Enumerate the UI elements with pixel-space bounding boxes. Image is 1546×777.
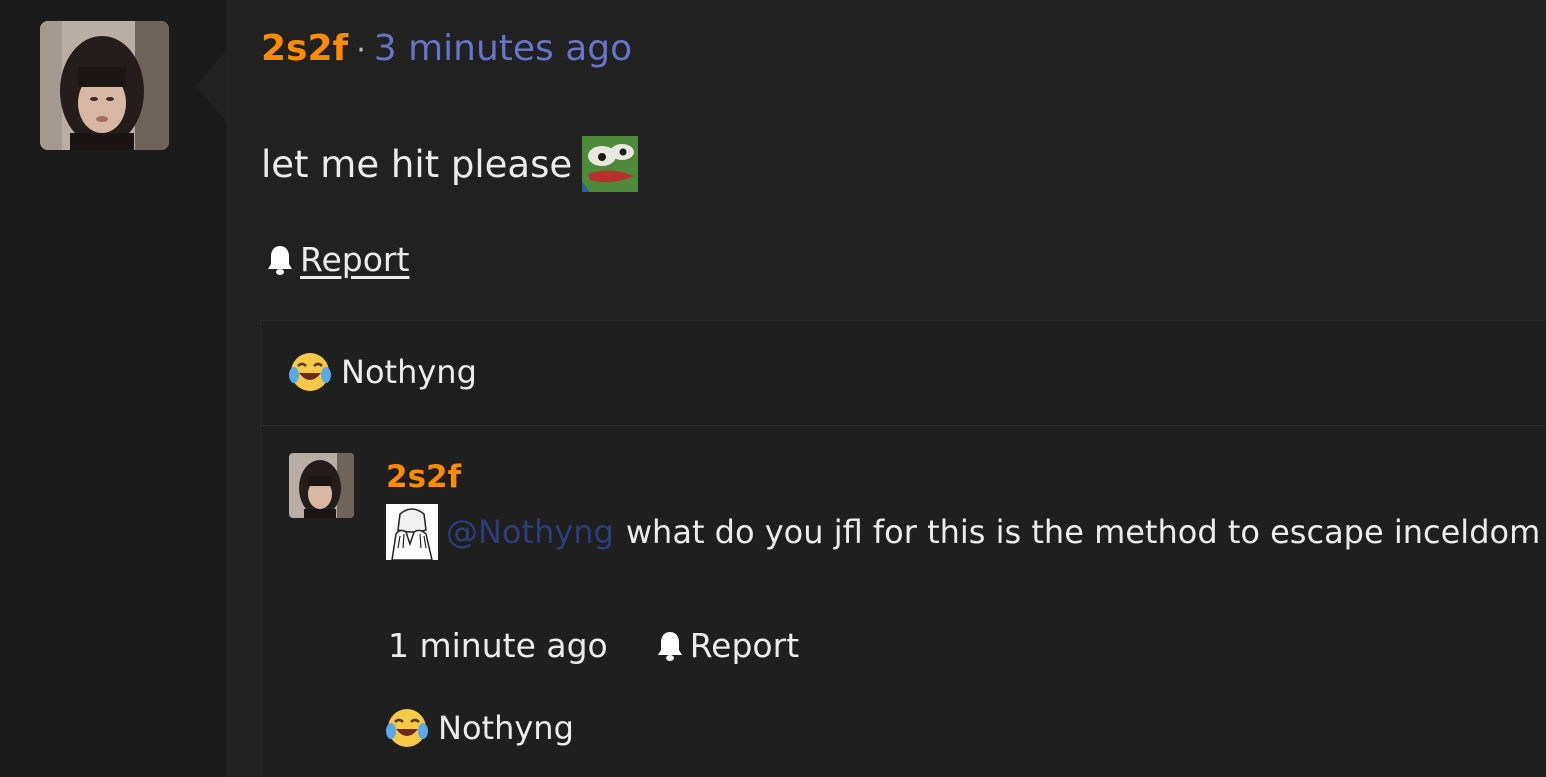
comment-meta: 1 minute ago Report [388, 626, 799, 665]
message-user-column [0, 0, 228, 777]
report-button[interactable]: Report [266, 240, 409, 279]
comment-report-button[interactable]: Report [656, 626, 799, 665]
message-thread: 2s2f · 3 minutes ago let me hit please R… [0, 0, 1546, 777]
comment-reaction-item[interactable]: Nothyng [386, 707, 574, 749]
reactions-and-comments: Nothyng 2s2f @Nothyng what do you jfl fo… [260, 320, 1546, 777]
mention-link[interactable]: @Nothyng [446, 513, 614, 551]
message-content: 2s2f · 3 minutes ago let me hit please R… [227, 0, 1546, 777]
comment-username-link[interactable]: 2s2f [386, 459, 461, 495]
message-header: 2s2f · 3 minutes ago [261, 28, 632, 74]
comment-report-label: Report [689, 626, 800, 665]
comment-reaction-user: Nothyng [438, 709, 574, 747]
message-arrow [196, 48, 228, 124]
reaction-summary: Nothyng [261, 321, 1546, 426]
message-text: let me hit please [261, 142, 573, 186]
laugh-cry-emoji-icon [386, 709, 428, 747]
comment-timestamp[interactable]: 1 minute ago [388, 626, 608, 665]
laugh-cry-emoji-icon [289, 353, 331, 391]
comment-text: what do you jfl for this is the method t… [625, 513, 1541, 551]
username-link[interactable]: 2s2f [261, 28, 348, 69]
reaction-item[interactable]: Nothyng [289, 351, 477, 393]
bell-icon [268, 245, 292, 275]
avatar[interactable] [40, 21, 169, 150]
timestamp-link[interactable]: 3 minutes ago [374, 28, 632, 69]
comment-avatar[interactable] [289, 453, 354, 518]
comment-body: @Nothyng what do you jfl for this is the… [386, 504, 1540, 560]
comment-avatar-image [289, 453, 354, 518]
reaction-user: Nothyng [341, 353, 477, 391]
separator: · [356, 33, 366, 68]
report-label: Report [300, 240, 410, 279]
avatar-image [40, 21, 169, 150]
pepe-emoji-icon [582, 136, 639, 192]
message-body: let me hit please [261, 136, 639, 192]
bell-icon [657, 631, 682, 661]
facepalm-emoji-icon [386, 504, 438, 560]
